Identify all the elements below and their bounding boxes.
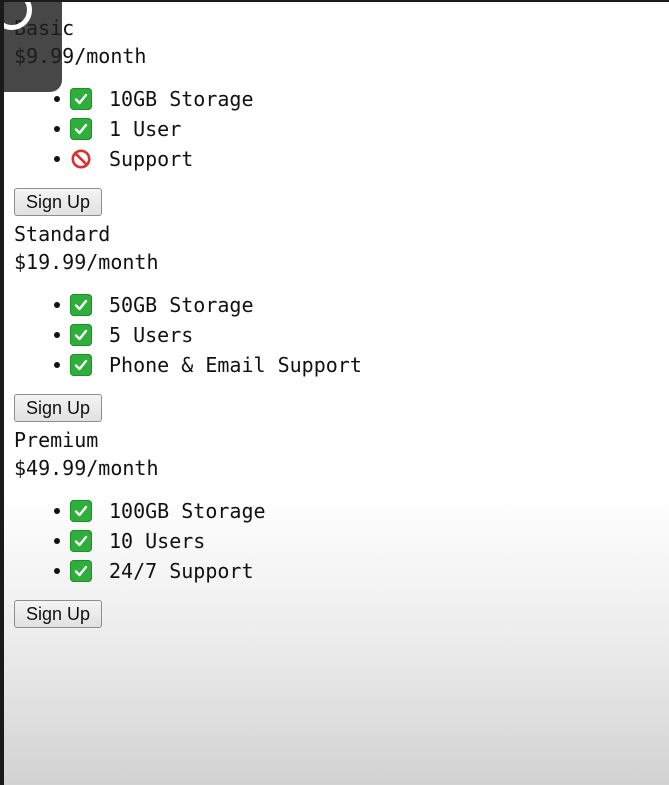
- list-item: 100GB Storage: [14, 496, 362, 526]
- feature-text: 5 Users: [109, 323, 194, 347]
- check-icon: [70, 324, 92, 346]
- page-viewport: Basic $9.99/month 10GB Storage 1 User: [4, 2, 669, 785]
- feature-list: 10GB Storage 1 User Support: [14, 84, 362, 174]
- list-item: 5 Users: [14, 320, 362, 350]
- list-item: 24/7 Support: [14, 556, 362, 586]
- feature-text: 100GB Storage: [109, 499, 266, 523]
- feature-text: 10 Users: [109, 529, 206, 553]
- plan-price: $49.99/month: [14, 456, 159, 480]
- feature-text: Support: [109, 147, 194, 171]
- sign-up-button[interactable]: Sign Up: [14, 188, 103, 216]
- feature-list: 50GB Storage 5 Users Phone & Email Suppo…: [14, 290, 362, 380]
- bullet-dot: [54, 156, 60, 162]
- list-item: 50GB Storage: [14, 290, 362, 320]
- bullet-dot: [54, 568, 60, 574]
- sign-up-button[interactable]: Sign Up: [14, 394, 103, 422]
- list-item: 10 Users: [14, 526, 362, 556]
- plan-price: $19.99/month: [14, 250, 159, 274]
- bullet-dot: [54, 302, 60, 308]
- list-item: Phone & Email Support: [14, 350, 362, 380]
- check-icon: [70, 88, 92, 110]
- plan-standard: Standard $19.99/month 50GB Storage 5 Use…: [14, 220, 362, 426]
- plan-premium: Premium $49.99/month 100GB Storage 10 Us…: [14, 426, 362, 632]
- bullet-dot: [54, 96, 60, 102]
- sign-up-button[interactable]: Sign Up: [14, 600, 103, 628]
- list-item: 10GB Storage: [14, 84, 362, 114]
- bullet-dot: [54, 126, 60, 132]
- plan-basic: Basic $9.99/month 10GB Storage 1 User: [14, 14, 362, 220]
- check-icon: [70, 500, 92, 522]
- plan-price: $9.99/month: [14, 44, 147, 68]
- plan-name: Basic: [14, 14, 362, 42]
- list-item: 1 User: [14, 114, 362, 144]
- feature-text: 10GB Storage: [109, 87, 254, 111]
- check-icon: [70, 354, 92, 376]
- feature-text: 1 User: [109, 117, 182, 141]
- bullet-dot: [54, 332, 60, 338]
- list-item: Support: [14, 144, 362, 174]
- check-icon: [70, 294, 92, 316]
- feature-text: Phone & Email Support: [109, 353, 362, 377]
- check-icon: [70, 118, 92, 140]
- feature-list: 100GB Storage 10 Users 24/7 Support: [14, 496, 362, 586]
- check-icon: [70, 560, 92, 582]
- bullet-dot: [54, 538, 60, 544]
- plan-name: Standard: [14, 222, 111, 246]
- bullet-dot: [54, 362, 60, 368]
- plan-name: Premium: [14, 428, 99, 452]
- feature-text: 50GB Storage: [109, 293, 254, 317]
- bullet-dot: [54, 508, 60, 514]
- pricing-list: Basic $9.99/month 10GB Storage 1 User: [14, 14, 362, 632]
- feature-text: 24/7 Support: [109, 559, 254, 583]
- check-icon: [70, 530, 92, 552]
- no-entry-icon: [70, 148, 92, 170]
